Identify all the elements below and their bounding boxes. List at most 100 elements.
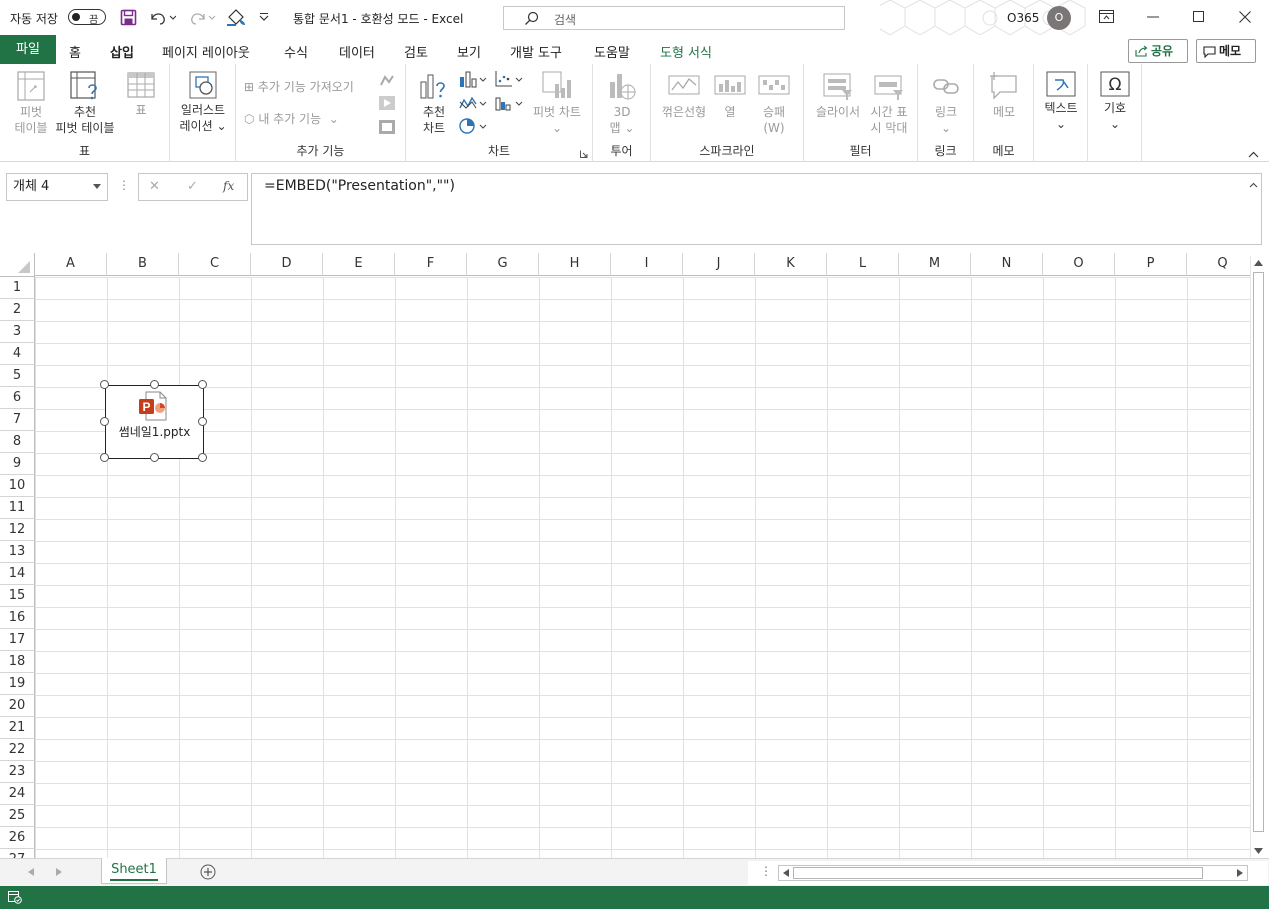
close-icon[interactable]	[1239, 11, 1251, 23]
row-header-3[interactable]: 3	[0, 321, 35, 343]
row-header-12[interactable]: 12	[0, 519, 35, 541]
search-box[interactable]: 검색	[503, 6, 845, 30]
column-header-c[interactable]: C	[179, 253, 251, 276]
scatter-chart-icon[interactable]	[494, 70, 524, 88]
pie-chart-icon[interactable]	[458, 117, 488, 135]
vertical-scrollbar[interactable]	[1250, 256, 1266, 860]
row-header-9[interactable]: 9	[0, 453, 35, 475]
row-header-4[interactable]: 4	[0, 343, 35, 365]
scroll-tabs-right-icon[interactable]	[56, 868, 62, 876]
row-header-16[interactable]: 16	[0, 607, 35, 629]
row-header-7[interactable]: 7	[0, 409, 35, 431]
3d-map-button[interactable]: 3D 맵 ⌄	[603, 70, 641, 136]
collapse-formula-bar-icon[interactable]	[1249, 182, 1258, 188]
tab-insert[interactable]: 삽입	[110, 42, 134, 69]
tab-shape-format[interactable]: 도형 서식	[660, 42, 712, 61]
slicer-button[interactable]: 슬라이서	[812, 70, 864, 120]
column-header-q[interactable]: Q	[1187, 253, 1250, 276]
column-header-f[interactable]: F	[395, 253, 467, 276]
row-header-1[interactable]: 1	[0, 277, 35, 299]
customize-toolbar-icon[interactable]	[259, 12, 269, 22]
row-header-24[interactable]: 24	[0, 783, 35, 805]
vertical-scroll-thumb[interactable]	[1253, 272, 1264, 832]
timeline-button[interactable]: 시간 표 시 막대	[866, 70, 912, 136]
resize-handle-bottom[interactable]	[150, 453, 159, 462]
sparkline-line-button[interactable]: 꺾은선형	[659, 70, 709, 120]
get-addins-button[interactable]: ⊞ 추가 기능 가져오기	[244, 79, 354, 95]
save-icon[interactable]	[120, 9, 137, 26]
tab-developer[interactable]: 개발 도구	[510, 42, 562, 61]
column-header-m[interactable]: M	[899, 253, 971, 276]
worksheet-grid[interactable]: ABCDEFGHIJKLMNOPQ 1 2 3 4 5 6 7 8 9 10 11 12 13 14 15 1…	[0, 253, 1250, 858]
ribbon-display-options-icon[interactable]	[1099, 10, 1114, 23]
column-header-b[interactable]: B	[107, 253, 179, 276]
column-header-n[interactable]: N	[971, 253, 1043, 276]
line-chart-icon[interactable]	[458, 94, 488, 112]
tab-review[interactable]: 검토	[404, 42, 428, 61]
column-header-a[interactable]: A	[35, 253, 107, 276]
column-header-h[interactable]: H	[539, 253, 611, 276]
row-header-10[interactable]: 10	[0, 475, 35, 497]
link-button[interactable]: 링크 ⌄	[928, 70, 964, 136]
tab-help[interactable]: 도움말	[594, 42, 630, 61]
row-header-2[interactable]: 2	[0, 299, 35, 321]
illustrations-button[interactable]: 일러스트 레이션 ⌄	[176, 70, 230, 134]
row-header-22[interactable]: 22	[0, 739, 35, 761]
row-header-27[interactable]: 27	[0, 849, 35, 858]
comments-button[interactable]: 메모	[1196, 39, 1256, 63]
resize-handle-top[interactable]	[150, 380, 159, 389]
maximize-icon[interactable]	[1193, 11, 1204, 22]
scroll-right-icon[interactable]	[1237, 869, 1243, 877]
row-header-23[interactable]: 23	[0, 761, 35, 783]
minimize-icon[interactable]	[1147, 16, 1159, 18]
table-button[interactable]: 표	[122, 70, 160, 118]
tab-data[interactable]: 데이터	[339, 42, 375, 61]
sparkline-column-button[interactable]: 열	[713, 70, 747, 120]
recommended-pivot-button[interactable]: 추천 피벗 테이블	[52, 70, 118, 136]
formula-bar-splitter[interactable]: ⋮	[118, 178, 130, 192]
row-header-6[interactable]: 6	[0, 387, 35, 409]
column-chart-icon[interactable]	[458, 70, 488, 88]
name-box-dropdown-icon[interactable]	[93, 184, 101, 190]
column-header-p[interactable]: P	[1115, 253, 1187, 276]
redo-icon[interactable]	[188, 9, 216, 26]
column-header-l[interactable]: L	[827, 253, 899, 276]
format-painter-icon[interactable]	[226, 8, 248, 27]
scroll-left-icon[interactable]	[783, 869, 789, 877]
pivot-chart-button[interactable]: 피벗 차트 ⌄	[528, 70, 586, 136]
resize-handle-right[interactable]	[198, 417, 207, 426]
row-header-11[interactable]: 11	[0, 497, 35, 519]
tab-home[interactable]: 홈	[69, 42, 81, 61]
row-header-20[interactable]: 20	[0, 695, 35, 717]
cancel-icon[interactable]: ✕	[149, 179, 160, 194]
resize-handle-top-left[interactable]	[100, 380, 109, 389]
name-box[interactable]: 개체 4	[6, 173, 108, 201]
scroll-up-icon[interactable]	[1254, 260, 1263, 266]
resize-handle-bottom-left[interactable]	[100, 453, 109, 462]
row-header-15[interactable]: 15	[0, 585, 35, 607]
column-header-i[interactable]: I	[611, 253, 683, 276]
row-header-18[interactable]: 18	[0, 651, 35, 673]
column-header-k[interactable]: K	[755, 253, 827, 276]
scroll-tabs-left-icon[interactable]	[28, 868, 34, 876]
column-header-e[interactable]: E	[323, 253, 395, 276]
sparkline-winloss-button[interactable]: 승패 (W)	[755, 70, 793, 136]
scroll-down-icon[interactable]	[1254, 848, 1263, 854]
visio-icon[interactable]	[379, 120, 395, 134]
autosave-toggle[interactable]: 끔	[68, 9, 106, 26]
formula-input[interactable]: =EMBED("Presentation","")	[251, 173, 1262, 245]
avatar[interactable]: O	[1047, 6, 1071, 30]
pivot-table-button[interactable]: 피벗 테이블	[8, 70, 54, 136]
recommended-charts-button[interactable]: 추천 차트	[416, 70, 452, 136]
waterfall-chart-icon[interactable]	[494, 94, 524, 112]
undo-icon[interactable]	[148, 9, 176, 26]
column-header-j[interactable]: J	[683, 253, 755, 276]
tab-formulas[interactable]: 수식	[284, 42, 308, 61]
column-header-o[interactable]: O	[1043, 253, 1115, 276]
account-name[interactable]: O365	[1007, 11, 1039, 25]
row-header-5[interactable]: 5	[0, 365, 35, 387]
collapse-ribbon-icon[interactable]	[1248, 151, 1259, 158]
text-button[interactable]: 텍스트 ⌄	[1040, 70, 1082, 132]
horizontal-scroll-thumb[interactable]	[793, 867, 1203, 879]
bing-maps-icon[interactable]	[379, 74, 395, 87]
